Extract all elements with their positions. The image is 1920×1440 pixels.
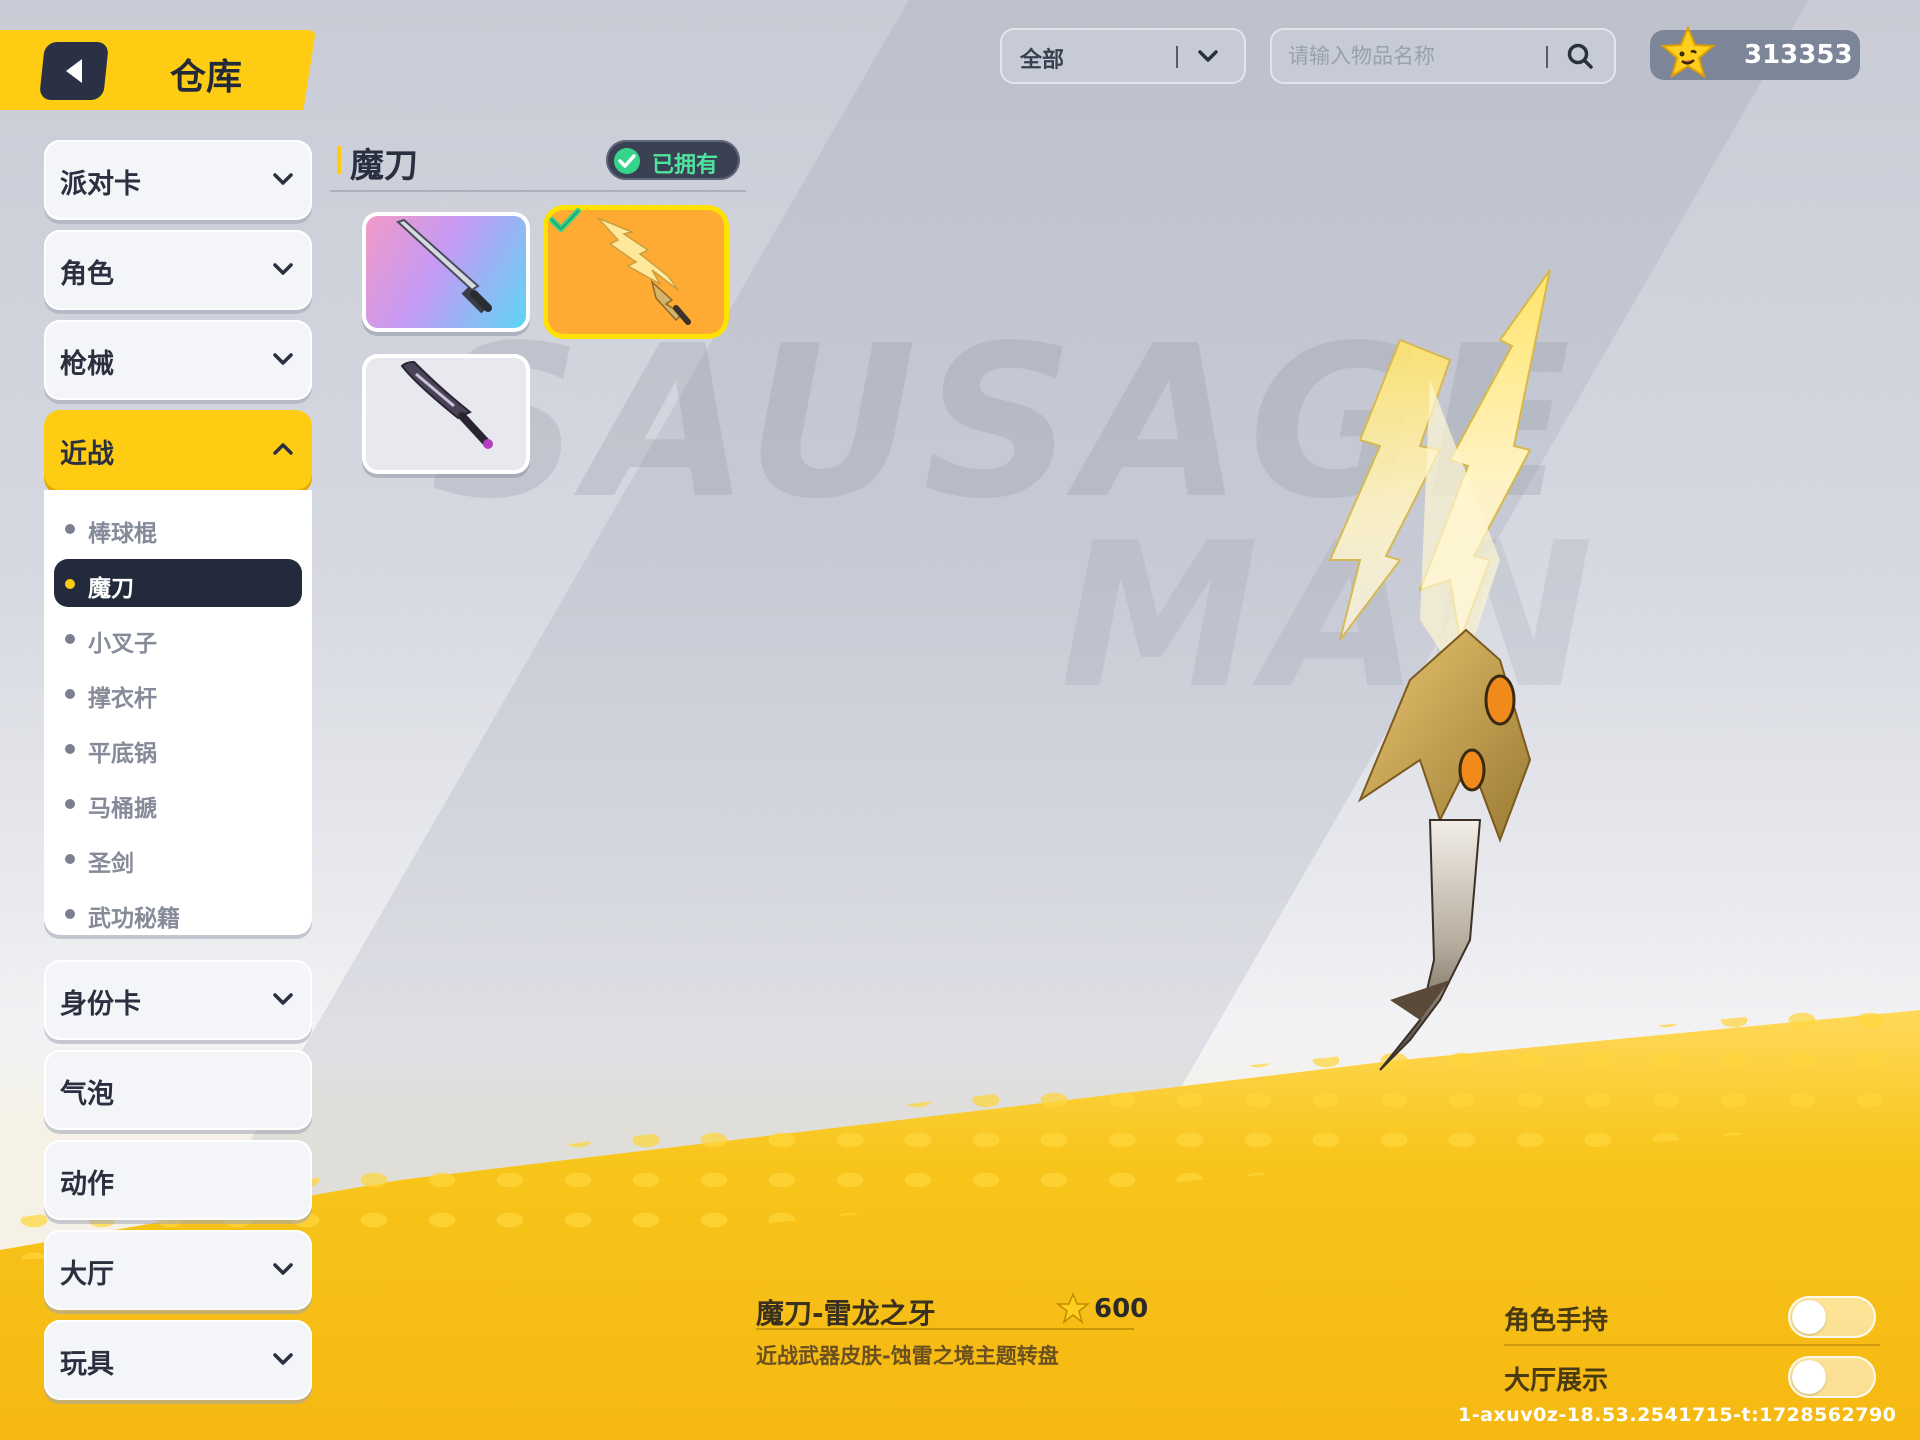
weapon-preview-model[interactable] [1300, 260, 1600, 1080]
toggle-label: 大厅展示 [1504, 1366, 1609, 1396]
character-hold-toggle[interactable] [1788, 1296, 1876, 1338]
item-tile-dark-crystal-blade[interactable] [362, 354, 530, 474]
divider [1546, 46, 1548, 68]
check-circle-icon [614, 148, 640, 174]
toggle-row-character-hold: 角色手持 [1504, 1292, 1880, 1342]
divider [1176, 46, 1178, 68]
toggle-row-lobby-display: 大厅展示 [1504, 1352, 1880, 1402]
subcategory-martial-manual[interactable]: 武功秘籍 [54, 889, 302, 937]
category-label: 角色 [60, 259, 114, 290]
subcategory-label: 马桶搋 [88, 796, 157, 822]
category-id-card[interactable]: 身份卡 [44, 960, 312, 1040]
category-firearms[interactable]: 枪械 [44, 320, 312, 400]
back-button[interactable] [38, 42, 110, 100]
bullet-dot [65, 524, 75, 534]
subcategory-clothes-pole[interactable]: 撑衣杆 [54, 669, 302, 717]
subcategory-label: 小叉子 [88, 631, 157, 657]
search-box [1270, 28, 1616, 84]
category-lobby[interactable]: 大厅 [44, 1230, 312, 1310]
toggle-label: 角色手持 [1504, 1306, 1609, 1336]
star-coin-icon [1056, 1292, 1090, 1324]
category-emote[interactable]: 动作 [44, 1140, 312, 1220]
bullet-dot [65, 799, 75, 809]
category-label: 动作 [60, 1169, 114, 1200]
category-label: 玩具 [60, 1349, 114, 1380]
item-name: 魔刀-雷龙之牙 [756, 1297, 936, 1330]
chevron-down-icon [273, 1353, 293, 1365]
owned-label: 已拥有 [652, 153, 719, 178]
subcategory-baseball-bat[interactable]: 棒球棍 [54, 504, 302, 552]
chevron-down-icon [273, 173, 293, 185]
subcategory-holy-sword[interactable]: 圣剑 [54, 834, 302, 882]
category-label: 枪械 [60, 349, 114, 380]
chevron-down-icon [273, 1263, 293, 1275]
toggle-knob [1792, 1360, 1826, 1394]
star-coin-icon [1660, 25, 1716, 79]
item-description: 近战武器皮肤-蚀雷之境主题转盘 [756, 1344, 1059, 1368]
bullet-dot [65, 744, 75, 754]
chevron-up-icon [273, 443, 293, 455]
lobby-display-toggle[interactable] [1788, 1356, 1876, 1398]
chevron-down-icon [1198, 50, 1218, 62]
bullet-dot [65, 689, 75, 699]
background-band [215, 0, 1920, 1200]
bullet-dot [65, 854, 75, 864]
bullet-dot [65, 579, 75, 589]
page-title: 仓库 [170, 57, 243, 98]
curved-blade-icon [400, 360, 493, 449]
subcategory-label: 圣剑 [88, 851, 134, 877]
chevron-down-icon [273, 263, 293, 275]
section-accent-bar [337, 146, 341, 174]
subcategory-label: 撑衣杆 [88, 686, 157, 712]
category-bubble[interactable]: 气泡 [44, 1050, 312, 1130]
back-arrow-icon [66, 59, 82, 83]
section-divider [330, 190, 746, 192]
subcategory-label: 棒球棍 [88, 521, 157, 547]
category-party-card[interactable]: 派对卡 [44, 140, 312, 220]
filter-dropdown[interactable]: 全部 [1000, 28, 1246, 84]
filter-selected-value: 全部 [1020, 48, 1065, 73]
katana-blade-icon [396, 218, 492, 314]
search-input[interactable] [1288, 38, 1538, 74]
subcategory-label: 平底锅 [88, 741, 157, 767]
item-tile-purple-blade[interactable] [362, 212, 530, 332]
category-toy[interactable]: 玩具 [44, 1320, 312, 1400]
section-title: 魔刀 [350, 146, 418, 186]
subcategory-frying-pan[interactable]: 平底锅 [54, 724, 302, 772]
subcategory-label: 魔刀 [88, 576, 134, 602]
category-label: 身份卡 [60, 989, 141, 1020]
info-divider [756, 1328, 1134, 1330]
chevron-down-icon [273, 993, 293, 1005]
subcategory-magic-blade[interactable]: 魔刀 [54, 559, 302, 607]
owned-filter-badge[interactable]: 已拥有 [606, 140, 740, 180]
build-id-text: 1-axuv0z-18.53.2541715-t:1728562790 [1458, 1404, 1897, 1426]
subcategory-plunger[interactable]: 马桶搋 [54, 779, 302, 827]
category-character[interactable]: 角色 [44, 230, 312, 310]
melee-subcategory-panel: 棒球棍 魔刀 小叉子 撑衣杆 平底锅 马桶搋 圣剑 武功秘籍 [44, 490, 312, 935]
currency-display: 313353 [1650, 25, 1860, 80]
category-melee[interactable]: 近战 [44, 410, 312, 490]
category-label: 大厅 [60, 1259, 114, 1290]
category-label: 气泡 [60, 1079, 114, 1110]
toggle-divider [1504, 1344, 1880, 1346]
subcategory-label: 武功秘籍 [88, 906, 180, 932]
subcategory-small-fork[interactable]: 小叉子 [54, 614, 302, 662]
toggle-knob [1792, 1300, 1826, 1334]
item-price: 600 [1094, 1294, 1149, 1324]
currency-amount: 313353 [1744, 40, 1853, 70]
bullet-dot [65, 909, 75, 919]
bullet-dot [65, 634, 75, 644]
chevron-down-icon [273, 353, 293, 365]
search-icon[interactable] [1566, 42, 1594, 70]
equipped-check-icon [549, 208, 581, 232]
category-label: 派对卡 [60, 169, 141, 200]
category-label: 近战 [60, 439, 114, 470]
